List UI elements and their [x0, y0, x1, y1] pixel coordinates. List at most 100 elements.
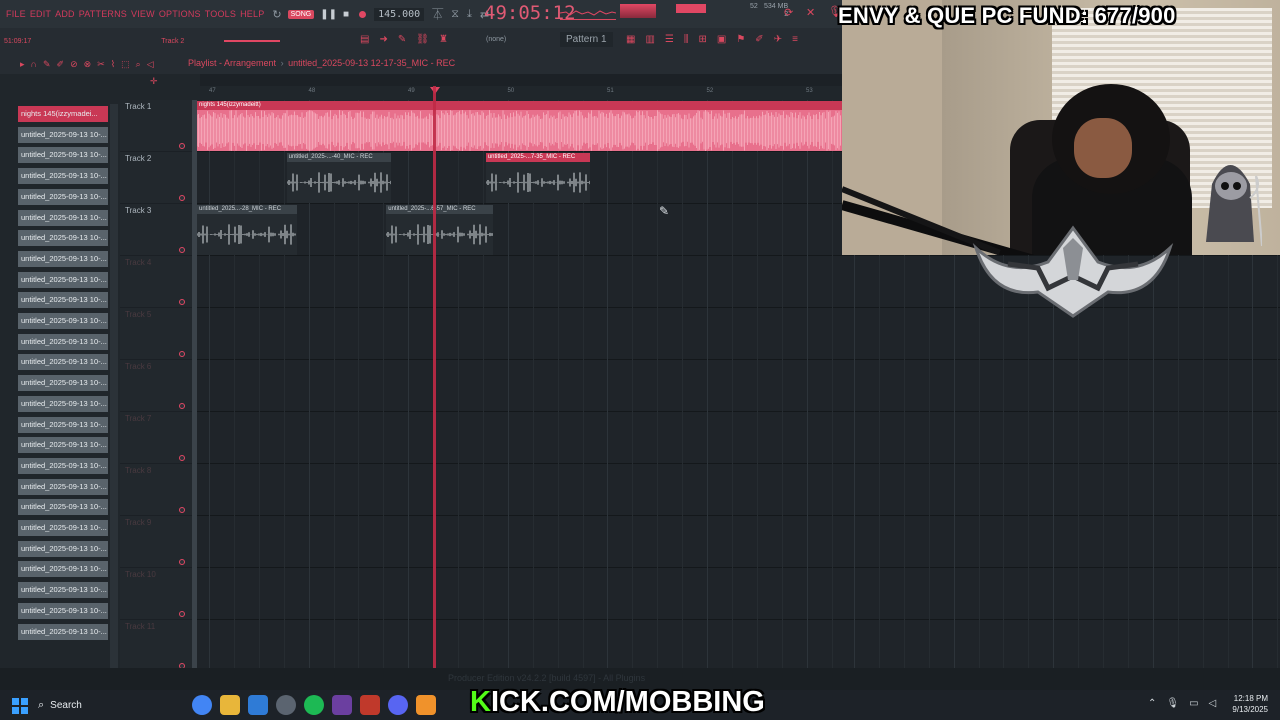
stop-button[interactable]: ■ [343, 9, 349, 20]
mixer-icon[interactable]: ⫼ [684, 34, 689, 45]
clip-picker-item[interactable]: untitled_2025-09-13 10-... [18, 540, 108, 557]
select-tool-icon[interactable]: ⬚ [121, 59, 130, 70]
speaker-icon[interactable]: ◁ [1209, 698, 1217, 709]
playlist-clip[interactable]: untitled_2025-...6-57_MIC - REC [386, 205, 494, 255]
playlist-icon[interactable]: ▦ [626, 34, 635, 45]
clip-picker-item[interactable]: untitled_2025-09-13 10-... [18, 126, 108, 143]
track-mute-icon[interactable] [179, 299, 185, 305]
clip-picker-item[interactable]: untitled_2025-09-13 10-... [18, 561, 108, 578]
chrome-icon[interactable] [192, 695, 212, 715]
track-header[interactable]: Track 10 [120, 568, 195, 620]
menu-patterns[interactable]: PATTERNS [79, 9, 127, 19]
track-mute-icon[interactable] [179, 247, 185, 253]
clip-picker-item[interactable]: untitled_2025-09-13 10-... [18, 313, 108, 329]
song-mode-button[interactable]: SONG [287, 9, 315, 19]
expand-icon[interactable]: ✛ [150, 76, 158, 87]
playlist-clip[interactable]: untitled_2025...-28_MIC - REC [197, 205, 297, 255]
piano-roll-icon[interactable]: ▥ [645, 34, 654, 45]
track-header[interactable]: Track 1 [120, 100, 195, 152]
app-icon[interactable] [248, 695, 268, 715]
countdown-icon[interactable]: ⤓ [467, 8, 472, 21]
microphone-icon[interactable]: 🎙 [1166, 698, 1179, 709]
clip-picker-item[interactable]: untitled_2025-09-13 10-... [18, 168, 108, 185]
clip-picker-item[interactable]: untitled_2025-09-13 10-... [18, 416, 108, 433]
next-icon[interactable] [332, 695, 352, 715]
menu-options[interactable]: OPTIONS [159, 9, 201, 19]
playback-tool-icon[interactable]: ◁ [147, 59, 154, 70]
mute-tool-icon[interactable]: ⊗ [84, 59, 92, 70]
clip-picker-item[interactable]: untitled_2025-09-13 10-... [18, 354, 108, 371]
windows-start-icon[interactable] [12, 698, 28, 714]
clip-picker-item[interactable]: untitled_2025-09-13 10-... [18, 437, 108, 454]
tools-icon[interactable]: ⚑ [736, 34, 745, 45]
clip-picker-item[interactable]: untitled_2025-09-13 10-... [18, 457, 108, 474]
spotify-icon[interactable] [304, 695, 324, 715]
track-mute-icon[interactable] [179, 403, 185, 409]
clip-picker-item[interactable]: untitled_2025-09-13 10-... [18, 209, 108, 226]
clip-picker-item[interactable]: untitled_2025-09-13 10-... [18, 582, 108, 599]
track-header[interactable]: Track 11 [120, 620, 195, 672]
track-header[interactable]: Track 2 [120, 152, 195, 204]
menu-view[interactable]: VIEW [131, 9, 155, 19]
zoom-tool-icon[interactable]: ⌕ [136, 59, 141, 70]
track-header[interactable]: Track 3 [120, 204, 195, 256]
clip-picker-item[interactable]: untitled_2025-09-13 10-... [18, 292, 108, 309]
paint-tool-icon[interactable]: ✐ [57, 59, 65, 70]
arrow-icon[interactable]: ➜ [379, 34, 387, 45]
picker-scrollbar[interactable] [110, 104, 118, 668]
voicemeeter-icon[interactable] [360, 695, 380, 715]
track-mute-icon[interactable] [179, 143, 185, 149]
playlist-clip[interactable]: nights 145(izzymadeitt) [197, 101, 842, 151]
channel-rack-icon[interactable]: ☰ [665, 34, 674, 45]
explorer-icon[interactable] [220, 695, 240, 715]
track-mute-icon[interactable] [179, 611, 185, 617]
discord-icon[interactable] [388, 695, 408, 715]
menu-tools[interactable]: TOOLS [205, 9, 236, 19]
taskbar-clock[interactable]: 12:18 PM 9/13/2025 [1222, 693, 1268, 715]
record-button[interactable] [359, 10, 367, 18]
chevron-up-icon[interactable]: ⌃ [1148, 698, 1156, 709]
tempo-display[interactable]: 145.000 [374, 7, 425, 21]
pencil-tool-icon[interactable]: ✎ [43, 59, 51, 70]
playhead-line[interactable] [433, 86, 436, 668]
pencil-icon[interactable]: ✎ [398, 34, 406, 45]
project-icon[interactable]: ▣ [717, 34, 726, 45]
clip-picker-item[interactable]: untitled_2025-09-13 10-... [18, 333, 108, 350]
obs-icon[interactable] [276, 695, 296, 715]
menu-help[interactable]: HELP [240, 9, 264, 19]
brush-icon[interactable]: ✐ [755, 34, 763, 45]
menu-edit[interactable]: EDIT [30, 9, 51, 19]
track-mute-icon[interactable] [179, 351, 185, 357]
clip-picker-item[interactable]: untitled_2025-09-13 10-... [18, 395, 108, 412]
clip-picker-item[interactable]: untitled_2025-09-13 10-... [18, 375, 108, 392]
close-icon[interactable]: ✕ [806, 6, 815, 19]
slice-tool-icon[interactable]: ⌇ [111, 59, 115, 70]
arrow-right-icon[interactable]: ▸ [20, 59, 25, 70]
menu-add[interactable]: ADD [55, 9, 75, 19]
wait-icon[interactable]: ⧖ [451, 8, 459, 21]
clip-picker-item[interactable]: untitled_2025-09-13 10-... [18, 188, 108, 205]
magnet-icon[interactable]: ∩ [31, 59, 37, 70]
pattern-select[interactable]: Pattern 1 [560, 32, 613, 47]
track-header[interactable]: Track 4 [120, 256, 195, 308]
stamp-icon[interactable]: ♜ [439, 34, 448, 45]
menu-file[interactable]: FILE [6, 9, 26, 19]
plane-icon[interactable]: ✈ [774, 34, 782, 45]
track-header[interactable]: Track 8 [120, 464, 195, 516]
track-mute-icon[interactable] [179, 559, 185, 565]
pause-button[interactable]: ❚❚ [320, 9, 337, 20]
track-mute-icon[interactable] [179, 507, 185, 513]
clip-picker-item[interactable]: untitled_2025-09-13 10-... [18, 520, 108, 536]
clip-picker-item[interactable]: untitled_2025-09-13 10-... [18, 271, 108, 288]
clip-picker-item[interactable]: untitled_2025-09-13 10-... [18, 623, 108, 640]
track-mute-icon[interactable] [179, 455, 185, 461]
snap-select[interactable]: (none) [486, 36, 506, 43]
timeline-ruler[interactable]: 47 48 49 50 51 52 53 [197, 86, 842, 100]
clip-picker-item[interactable]: untitled_2025-09-13 10-... [18, 602, 108, 619]
browser-icon[interactable]: ▤ [360, 34, 369, 45]
link-icon[interactable]: ⛓ [416, 34, 429, 45]
clip-picker-item[interactable]: nights 145(izzymadei... [18, 106, 108, 122]
playlist-clip[interactable]: untitled_2025-...-40_MIC - REC [286, 153, 392, 203]
slip-tool-icon[interactable]: ✂ [97, 59, 105, 70]
refresh-icon[interactable]: ⟳ [784, 6, 793, 19]
